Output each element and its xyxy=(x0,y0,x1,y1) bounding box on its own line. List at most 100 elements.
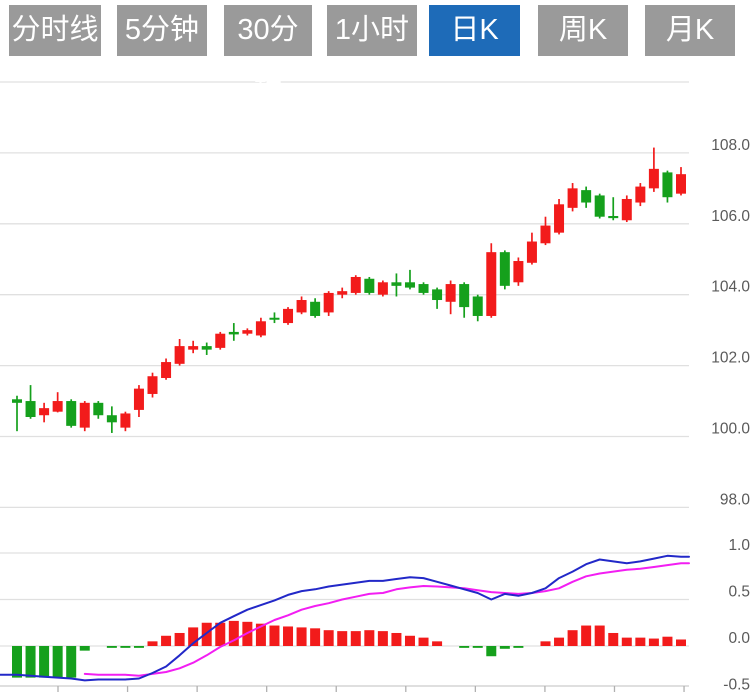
candle-body xyxy=(432,289,442,300)
macd-histogram-bar xyxy=(432,641,442,646)
candle-body xyxy=(134,389,144,410)
macd-histogram-bar xyxy=(419,638,429,646)
candle-body xyxy=(202,346,212,350)
macd-histogram-bar xyxy=(486,646,496,656)
tab-5min[interactable]: 5分钟 xyxy=(117,5,207,56)
candle-body xyxy=(351,277,361,293)
macd-histogram-bar xyxy=(283,626,293,646)
candle-body xyxy=(283,309,293,323)
candle-body xyxy=(676,174,686,193)
tab-monthly-k[interactable]: 月K xyxy=(645,5,735,56)
candle-body xyxy=(93,403,103,415)
kline-chart-canvas[interactable]: 108.0 106.0 104.0 102.0 100.0 98.0 1.0 0.5 0.0 -0… xyxy=(0,0,755,694)
macd-histogram-bar xyxy=(608,633,618,646)
candle-body xyxy=(608,216,618,218)
tab-weekly-k[interactable]: 周K xyxy=(538,5,628,56)
macd-histogram-bar xyxy=(391,633,401,646)
candle-body xyxy=(256,321,266,335)
macd-histogram-bar xyxy=(568,630,578,646)
candle-body xyxy=(107,415,117,422)
candle-body xyxy=(527,242,537,263)
candle-body xyxy=(26,401,36,417)
candle-body xyxy=(337,291,347,295)
candle-body xyxy=(405,282,415,287)
macd-histogram-bar xyxy=(405,636,415,646)
candle-body xyxy=(540,226,550,244)
macd-histogram-bar xyxy=(202,623,212,646)
macd-histogram-bar xyxy=(649,639,659,646)
candle-body xyxy=(391,282,401,286)
candle-body xyxy=(595,195,605,216)
candle-body xyxy=(229,332,239,334)
macd-histogram-bar xyxy=(53,646,63,678)
candle-body xyxy=(635,187,645,203)
macd-histogram-bar xyxy=(459,646,469,648)
macd-histogram-bar xyxy=(364,630,374,646)
macd-histogram-bar xyxy=(148,641,158,646)
macd-histogram-bar xyxy=(595,626,605,646)
macd-histogram-bar xyxy=(80,646,90,651)
candle-body xyxy=(419,284,429,293)
macd-axis-label: -0.5 xyxy=(723,677,750,694)
candle-body xyxy=(364,279,374,293)
candle-body xyxy=(473,296,483,315)
candle-body xyxy=(649,169,659,188)
macd-axis-label: 1.0 xyxy=(728,537,750,554)
candle-body xyxy=(175,346,185,364)
macd-histogram-bar xyxy=(26,646,36,678)
tab-timeline[interactable]: 分时线 xyxy=(9,5,101,56)
macd-histogram-bar xyxy=(378,631,388,646)
tab-1hour[interactable]: 1小时 xyxy=(327,5,417,56)
macd-histogram-bar xyxy=(66,646,76,678)
candle-body xyxy=(662,172,672,197)
candle-body xyxy=(581,190,591,202)
macd-histogram-bar xyxy=(297,627,307,646)
macd-axis-label: 0.0 xyxy=(728,630,750,647)
candle-body xyxy=(66,401,76,426)
macd-histogram-bar xyxy=(676,639,686,646)
macd-histogram-bar xyxy=(635,638,645,646)
price-axis-label: 106.0 xyxy=(711,208,750,225)
candle-body xyxy=(459,284,469,307)
macd-histogram-bar xyxy=(39,646,49,678)
candle-body xyxy=(53,401,63,412)
candle-body xyxy=(188,346,198,350)
macd-axis-label: 0.5 xyxy=(728,584,750,601)
candle-body xyxy=(378,282,388,294)
macd-histogram-bar xyxy=(554,638,564,646)
candle-body xyxy=(486,252,496,316)
macd-histogram-bar xyxy=(473,646,483,648)
macd-histogram-bar xyxy=(500,646,510,649)
candle-body xyxy=(513,261,523,282)
macd-histogram-bar xyxy=(175,633,185,646)
macd-histogram-bar xyxy=(622,638,632,646)
candle-body xyxy=(148,376,158,394)
macd-histogram-bar xyxy=(120,646,130,648)
price-axis-label: 102.0 xyxy=(711,350,750,367)
macd-histogram-bar xyxy=(269,626,279,646)
candle-body xyxy=(554,204,564,232)
price-axis-label: 100.0 xyxy=(711,421,750,438)
candle-body xyxy=(568,188,578,207)
macd-histogram-bar xyxy=(324,630,334,646)
candle-body xyxy=(80,403,90,428)
tab-30min[interactable]: 30分钟 xyxy=(224,5,312,56)
macd-histogram-bar xyxy=(662,637,672,646)
macd-histogram-bar xyxy=(12,646,22,678)
macd-histogram-bar xyxy=(513,646,523,648)
candle-body xyxy=(120,413,130,427)
tab-daily-k[interactable]: 日K xyxy=(429,5,520,56)
price-axis-label: 108.0 xyxy=(711,137,750,154)
candle-body xyxy=(215,334,225,348)
candle-body xyxy=(269,318,279,320)
macd-histogram-bar xyxy=(161,636,171,646)
macd-histogram-bar xyxy=(581,626,591,646)
price-axis-label: 104.0 xyxy=(711,279,750,296)
candle-body xyxy=(297,300,307,312)
candle-body xyxy=(310,302,320,316)
price-axis-label: 98.0 xyxy=(720,491,751,508)
stock-kline-app: 分时线 5分钟 30分钟 1小时 日K 周K 月K 108.0 106.0 104.… xyxy=(0,0,755,694)
candle-body xyxy=(622,199,632,220)
candle-body xyxy=(242,330,252,334)
candle-body xyxy=(39,408,49,415)
